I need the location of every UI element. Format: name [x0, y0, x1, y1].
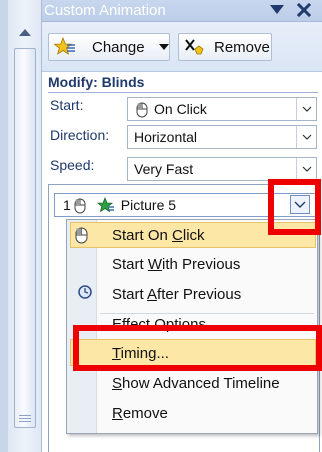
- close-icon[interactable]: [297, 3, 311, 17]
- annotation-highlight-box: [268, 179, 321, 235]
- remove-button[interactable]: Remove: [178, 33, 272, 61]
- speed-dropdown[interactable]: Very Fast: [127, 157, 317, 181]
- speed-value: Very Fast: [134, 161, 194, 177]
- scroll-up-arrow-icon[interactable]: [15, 24, 35, 42]
- speed-label: Speed:: [50, 157, 95, 173]
- section-divider: [48, 92, 318, 93]
- remove-x-icon: [184, 37, 206, 57]
- change-button[interactable]: Change: [48, 33, 170, 61]
- menu-item-start-after-previous[interactable]: Start After Previous: [112, 286, 241, 303]
- menu-item-start-on-click[interactable]: Start On Click: [112, 227, 205, 244]
- modify-section-title: Modify: Blinds: [48, 74, 145, 90]
- item-number: 1: [63, 197, 71, 213]
- mouse-click-icon: [74, 225, 90, 245]
- item-name: Picture 5: [120, 197, 177, 213]
- chevron-down-icon[interactable]: [296, 126, 316, 148]
- direction-value: Horizontal: [134, 129, 198, 145]
- scroll-grip-icon: [19, 415, 31, 422]
- menu-item-show-advanced-timeline[interactable]: Show Advanced Timeline: [112, 375, 280, 392]
- change-button-label: Change: [92, 38, 145, 56]
- entrance-effect-star-icon: [96, 197, 115, 213]
- start-label: Start:: [50, 97, 84, 113]
- left-gutter: [0, 0, 8, 452]
- direction-dropdown[interactable]: Horizontal: [127, 125, 317, 149]
- mouse-click-icon: [134, 100, 150, 118]
- mouse-click-icon: [73, 196, 87, 214]
- scrollbar-thumb[interactable]: [14, 48, 36, 428]
- star-change-icon: [54, 37, 76, 57]
- clock-icon: [78, 285, 92, 299]
- menu-item-remove[interactable]: Remove: [112, 405, 168, 422]
- annotation-highlight-box: [73, 325, 322, 371]
- start-dropdown[interactable]: On Click: [127, 97, 317, 121]
- remove-button-label: Remove: [214, 38, 270, 56]
- direction-label: Direction:: [50, 127, 110, 143]
- chevron-down-icon[interactable]: [296, 98, 316, 120]
- chevron-down-icon[interactable]: [296, 158, 316, 180]
- start-value: On Click: [154, 101, 207, 117]
- chevron-down-icon: [158, 43, 169, 51]
- pane-options-arrow-icon[interactable]: [270, 5, 284, 15]
- menu-separator: [100, 313, 314, 314]
- menu-item-start-with-previous[interactable]: Start With Previous: [112, 256, 240, 273]
- pane-title: Custom Animation: [44, 2, 166, 19]
